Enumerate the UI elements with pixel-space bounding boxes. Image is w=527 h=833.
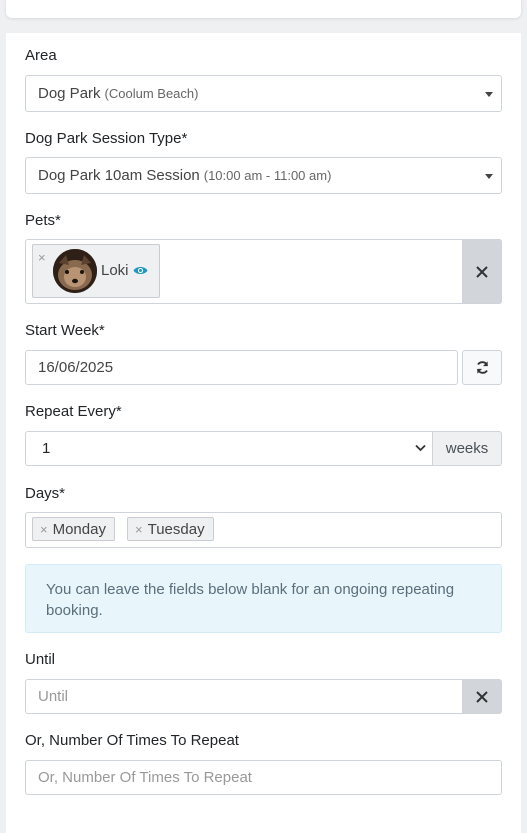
repeat-every-label: Repeat Every* <box>25 403 122 420</box>
pet-name: Loki <box>101 262 129 279</box>
days-label: Days* <box>25 485 66 502</box>
repeat-times-placeholder: Or, Number Of Times To Repeat <box>38 769 252 786</box>
remove-day-button[interactable]: × <box>135 522 143 537</box>
caret-down-icon <box>485 173 493 179</box>
close-icon <box>476 690 488 703</box>
area-label: Area <box>25 47 57 64</box>
clear-until-button[interactable] <box>462 679 502 714</box>
day-chip-tuesday: × Tuesday <box>127 517 214 541</box>
eye-icon[interactable] <box>133 265 148 276</box>
pets-select[interactable]: × Loki <box>25 239 502 304</box>
dog-photo <box>53 249 97 293</box>
session-type-value: Dog Park 10am Session <box>38 167 200 184</box>
remove-day-button[interactable]: × <box>40 522 48 537</box>
area-value: Dog Park <box>38 85 101 102</box>
chevron-down-icon <box>415 444 426 452</box>
repeat-times-input[interactable]: Or, Number Of Times To Repeat <box>25 760 502 795</box>
area-detail: (Coolum Beach) <box>104 86 199 101</box>
day-chip-monday: × Monday <box>32 517 115 541</box>
pet-avatar <box>53 249 97 293</box>
repeat-every-value: 1 <box>42 440 51 457</box>
remove-pet-button[interactable]: × <box>38 251 46 264</box>
day-chip-label: Monday <box>52 520 106 538</box>
start-week-value: 16/06/2025 <box>38 359 114 376</box>
session-type-select[interactable]: Dog Park 10am Session (10:00 am - 11:00 … <box>25 157 502 194</box>
until-placeholder: Until <box>38 688 69 705</box>
top-card <box>6 0 521 18</box>
session-type-label: Dog Park Session Type* <box>25 130 188 147</box>
refresh-date-button[interactable] <box>462 350 502 385</box>
day-chip-label: Tuesday <box>147 520 205 538</box>
area-select[interactable]: Dog Park (Coolum Beach) <box>25 75 502 112</box>
days-select[interactable]: × Monday × Tuesday <box>25 512 502 548</box>
pets-label: Pets* <box>25 212 61 229</box>
info-alert: You can leave the fields below blank for… <box>25 564 502 633</box>
pet-chip: × Loki <box>32 244 160 298</box>
session-type-detail: (10:00 am - 11:00 am) <box>203 168 332 183</box>
until-label: Until <box>25 651 56 668</box>
close-icon <box>476 265 488 278</box>
weeks-addon: weeks <box>432 431 502 466</box>
until-input[interactable]: Until <box>25 679 463 714</box>
repeat-every-select[interactable]: 1 <box>25 431 433 466</box>
start-week-input[interactable]: 16/06/2025 <box>25 350 458 385</box>
clear-pets-button[interactable] <box>462 239 502 304</box>
repeat-times-label: Or, Number Of Times To Repeat <box>25 732 239 749</box>
start-week-label: Start Week* <box>25 322 105 339</box>
refresh-icon <box>476 361 488 374</box>
caret-down-icon <box>485 91 493 97</box>
